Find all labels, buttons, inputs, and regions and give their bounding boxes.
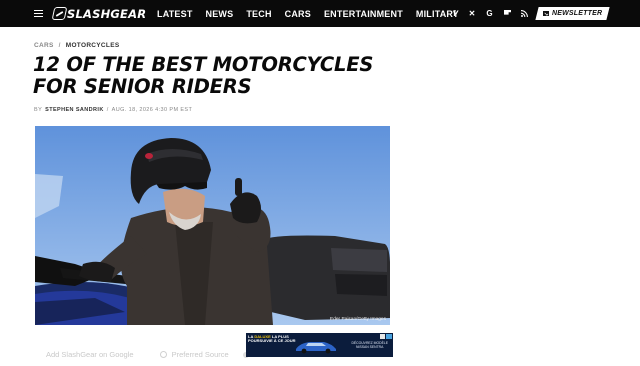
add-on-google-link[interactable]: Add SlashGear on Google xyxy=(46,350,134,359)
nav-entertainment[interactable]: ENTERTAINMENT xyxy=(324,9,403,19)
byline-separator: / xyxy=(106,107,109,113)
motorcycle-rider-photo xyxy=(35,126,390,325)
social-links: f ✕ G xyxy=(450,0,538,27)
nav-news[interactable]: NEWS xyxy=(206,9,234,19)
google-icon[interactable]: G xyxy=(485,9,494,18)
logo-text: SLASHGEAR xyxy=(67,6,147,21)
advertisement-banner[interactable]: LA DALUXE LA PLUS POURSUIVIE À CE JOUR D… xyxy=(246,333,393,357)
byline-prefix: BY xyxy=(34,107,43,113)
newsletter-label: NEWSLETTER xyxy=(551,10,603,17)
author-link[interactable]: STEPHEN SANDRIK xyxy=(45,107,104,113)
preferred-source-icon xyxy=(159,351,167,358)
image-credit: Eder Paisan/Getty Images xyxy=(330,317,386,322)
breadcrumb-motorcycles[interactable]: MOTORCYCLES xyxy=(66,42,120,49)
preferred-source-label: Preferred Source xyxy=(171,350,229,359)
envelope-icon xyxy=(542,11,549,16)
publish-date: AUG. 18, 2026 4:30 PM EST xyxy=(111,107,193,113)
x-icon[interactable]: ✕ xyxy=(468,9,477,18)
site-logo[interactable]: SLASHGEAR xyxy=(51,6,147,21)
ad-cta: DÉCOUVREZ MODÈLE NISSAN SENTRA xyxy=(351,341,388,350)
ad-close-icon[interactable] xyxy=(380,334,385,339)
slashgear-logo-icon xyxy=(51,7,68,20)
ad-line2: POURSUIVIE À CE JOUR xyxy=(248,338,296,344)
ad-car-image xyxy=(296,342,336,354)
nav-cars[interactable]: CARS xyxy=(285,9,311,19)
breadcrumb-cars[interactable]: CARS xyxy=(34,42,54,49)
nav-tech[interactable]: TECH xyxy=(246,9,271,19)
top-nav-bar: SLASHGEAR LATEST NEWS TECH CARS ENTERTAI… xyxy=(0,0,640,27)
facebook-icon[interactable]: f xyxy=(450,9,459,18)
menu-icon[interactable] xyxy=(34,10,43,18)
flipboard-icon[interactable] xyxy=(503,9,512,18)
rss-icon[interactable] xyxy=(520,9,529,18)
hero-image: Eder Paisan/Getty Images xyxy=(35,126,390,325)
breadcrumb-separator: / xyxy=(58,42,61,49)
main-nav: LATEST NEWS TECH CARS ENTERTAINMENT MILI… xyxy=(157,0,472,27)
nav-latest[interactable]: LATEST xyxy=(157,9,193,19)
breadcrumb: CARS / MOTORCYCLES xyxy=(34,42,119,49)
preferred-source-link[interactable]: Preferred Source xyxy=(159,350,229,359)
ad-headline: LA DALUXE LA PLUS POURSUIVIE À CE JOUR xyxy=(248,334,296,344)
article-title: 12 OF THE BEST MOTORCYCLES FOR SENIOR RI… xyxy=(33,53,374,98)
byline: BY STEPHEN SANDRIK / AUG. 18, 2026 4:30 … xyxy=(34,107,192,113)
ad-choices-icon[interactable] xyxy=(386,334,392,339)
ad-cta2: NISSAN SENTRA xyxy=(356,344,384,349)
follow-row: Add SlashGear on Google Preferred Source xyxy=(46,350,249,359)
newsletter-button[interactable]: NEWSLETTER xyxy=(535,7,610,20)
